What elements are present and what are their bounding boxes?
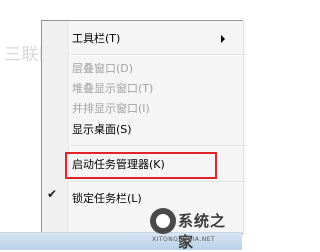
menu-item-label: 锁定任务栏(L) — [72, 192, 142, 205]
menu-item-label: 层叠窗口(D) — [72, 62, 134, 75]
logo-text: 系统之家 — [178, 212, 227, 251]
annotation-highlight-box — [65, 152, 217, 179]
logo-subtext: XITONGZHIJIA.NET — [152, 236, 216, 243]
menu-separator — [70, 145, 243, 147]
submenu-arrow-icon — [221, 35, 225, 43]
menu-item-toolbars[interactable]: 工具栏(T) — [72, 29, 243, 49]
menu-separator — [70, 54, 243, 56]
menu-gutter-divider-highlight — [69, 21, 70, 233]
checkmark-icon: ✔ — [47, 187, 58, 201]
menu-item-cascade-windows: 层叠窗口(D) — [72, 59, 243, 79]
menu-item-label: 工具栏(T) — [72, 32, 121, 45]
menu-item-label: 并排显示窗口(I) — [72, 102, 150, 115]
menu-item-side-by-side-windows: 并排显示窗口(I) — [72, 99, 243, 119]
logo-icon — [150, 208, 176, 234]
menu-gutter — [42, 21, 68, 233]
menu-separator — [70, 181, 243, 183]
menu-item-label: 堆叠显示窗口(T) — [72, 82, 154, 95]
menu-item-stack-windows: 堆叠显示窗口(T) — [72, 79, 243, 99]
menu-item-label: 显示桌面(S) — [72, 123, 132, 136]
menu-item-show-desktop[interactable]: 显示桌面(S) — [72, 120, 243, 140]
site-logo: 系统之家 XITONGZHIJIA.NET — [150, 200, 240, 251]
